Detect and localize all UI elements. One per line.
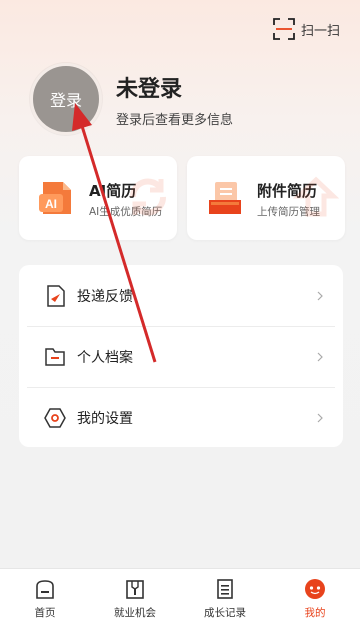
chevron-right-icon <box>317 413 323 422</box>
menu-label-settings: 我的设置 <box>77 410 133 427</box>
tab-home[interactable]: 首页 <box>0 569 90 625</box>
tab-label-jobs: 就业机会 <box>114 607 156 619</box>
chevron-right-icon <box>317 291 323 300</box>
upload-watermark-icon <box>293 176 339 217</box>
attachment-resume-card[interactable]: 附件简历 上传简历管理 <box>187 156 345 240</box>
login-avatar-button[interactable]: 登录 <box>30 63 102 135</box>
tab-label-home: 首页 <box>34 607 56 619</box>
tab-label-growth: 成长记录 <box>204 607 246 619</box>
attachment-resume-icon <box>209 182 241 214</box>
settings-menu: 投递反馈 个人档案 我的设置 <box>19 265 343 447</box>
tab-me[interactable]: 我的 <box>270 569 360 625</box>
profile-name[interactable]: 未登录 <box>116 71 233 103</box>
tab-jobs[interactable]: 就业机会 <box>90 569 180 625</box>
send-feedback-icon <box>47 284 65 307</box>
menu-label-profile-archive: 个人档案 <box>77 349 133 366</box>
scan-icon <box>273 18 295 40</box>
growth-record-icon <box>217 579 233 599</box>
job-opportunity-icon <box>126 580 144 599</box>
menu-item-feedback[interactable]: 投递反馈 <box>19 265 343 326</box>
settings-hexagon-icon <box>44 407 66 428</box>
folder-icon <box>45 347 65 366</box>
menu-label-feedback: 投递反馈 <box>77 288 133 305</box>
me-icon <box>305 579 325 599</box>
avatar-label: 登录 <box>49 91 82 110</box>
refresh-watermark-icon <box>130 178 166 216</box>
bottom-tab-bar: 首页 就业机会 成长记录 我的 <box>0 568 360 625</box>
tab-label-me: 我的 <box>304 607 326 619</box>
menu-item-settings[interactable]: 我的设置 <box>19 387 343 448</box>
profile-section: 登录 未登录 登录后查看更多信息 <box>30 63 233 135</box>
scan-label: 扫一扫 <box>300 23 340 39</box>
scan-button[interactable]: 扫一扫 <box>273 18 340 40</box>
ai-resume-icon: AI <box>39 182 71 214</box>
home-icon <box>36 580 54 599</box>
profile-subtitle: 登录后查看更多信息 <box>116 112 234 128</box>
chevron-right-icon <box>317 352 323 361</box>
svg-text:AI: AI <box>45 197 57 211</box>
menu-item-profile-archive[interactable]: 个人档案 <box>19 326 343 387</box>
profile-text: 未登录 登录后查看更多信息 <box>116 71 233 128</box>
ai-resume-card[interactable]: AI AI简历 AI生成优质简历 <box>19 156 177 240</box>
tab-growth[interactable]: 成长记录 <box>180 569 270 625</box>
